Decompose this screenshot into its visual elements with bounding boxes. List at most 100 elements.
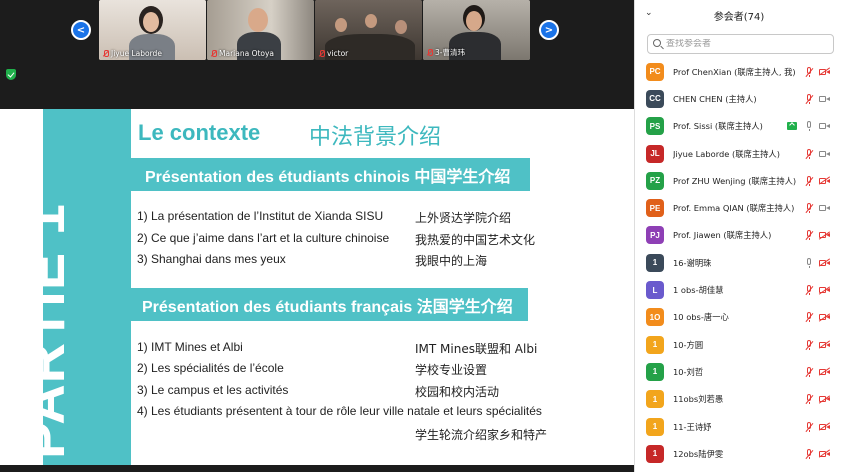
tile-name: victor (327, 49, 349, 58)
participant-name: 11-王诗妤 (673, 421, 712, 432)
slide-side-text: PARTIE 1 (13, 203, 76, 459)
mic-off-icon[interactable] (805, 148, 813, 159)
avatar: JL (646, 144, 664, 163)
camera-off-icon[interactable] (819, 450, 830, 458)
avatar: PJ (646, 226, 664, 245)
camera-off-icon[interactable] (819, 286, 830, 294)
section-item: 3) Shanghai dans mes yeux (137, 252, 286, 266)
mic-icon[interactable] (805, 121, 813, 132)
avatar: 1 (646, 253, 664, 272)
participant-row[interactable]: 1 10-方圆 (635, 331, 842, 358)
mic-off-icon[interactable] (805, 394, 813, 405)
prev-page-button[interactable]: < (71, 20, 91, 40)
participant-row[interactable]: 1O 10 obs-唐一心 (635, 304, 842, 331)
avatar: PZ (646, 171, 664, 190)
avatar: 1O (646, 308, 664, 327)
participant-row[interactable]: 1 12obs陆伊雯 (635, 440, 842, 467)
tile-name: 3-曹清玮 (435, 48, 465, 57)
person-silhouette (248, 8, 268, 32)
slide-title: Le contexte (138, 120, 261, 145)
avatar: CC (646, 89, 664, 108)
participant-row[interactable]: PC Prof ChenXian (联席主持人, 我) (635, 58, 842, 85)
section-heading: Présentation des étudiants français 法国学生… (131, 288, 528, 321)
camera-off-icon[interactable] (819, 231, 830, 239)
camera-off-icon[interactable] (819, 368, 830, 376)
search-input[interactable] (666, 39, 826, 49)
section-item-cn: 校园和校内活动 (415, 385, 500, 399)
participant-row[interactable]: PE Prof. Emma QIAN (联席主持人) (635, 194, 842, 221)
mic-off-icon (102, 50, 109, 57)
mic-off-icon[interactable] (805, 175, 813, 186)
camera-off-icon[interactable] (819, 395, 830, 403)
section-heading: Présentation des étudiants chinois 中国学生介… (131, 158, 530, 191)
participant-row[interactable]: 1 16-谢明珠 (635, 249, 842, 276)
video-tile[interactable]: victor (315, 0, 422, 60)
participant-name: Prof. Sissi (联席主持人) (673, 121, 763, 132)
participant-row[interactable]: JL Jiyue Laborde (联席主持人) (635, 140, 842, 167)
camera-icon[interactable] (819, 122, 830, 130)
participant-name: Jiyue Laborde (联席主持人) (673, 148, 780, 159)
avatar: PC (646, 62, 664, 81)
section-item: 3) Le campus et les activités (137, 383, 289, 397)
avatar: L (646, 281, 664, 300)
mic-off-icon[interactable] (805, 66, 813, 77)
mic-off-icon (318, 50, 325, 57)
mic-off-icon[interactable] (805, 339, 813, 350)
camera-off-icon[interactable] (819, 177, 830, 185)
avatar: 1 (646, 335, 664, 354)
video-tile[interactable]: Mariana Otoya (207, 0, 314, 60)
camera-icon[interactable] (819, 95, 830, 103)
participant-row[interactable]: CC CHEN CHEN (主持人) (635, 85, 842, 112)
participant-name: CHEN CHEN (主持人) (673, 93, 757, 104)
section-item: 2) Ce que j’aime dans l’art et la cultur… (137, 231, 390, 245)
camera-icon[interactable] (819, 204, 830, 212)
mic-off-icon[interactable] (805, 421, 813, 432)
mic-off-icon[interactable] (805, 203, 813, 214)
mic-off-icon (210, 50, 217, 57)
section-item-cn: 我热爱的中国艺术文化 (415, 233, 536, 247)
participant-name: 1 obs-胡佳慧 (673, 285, 724, 296)
participant-name: 12obs陆伊雯 (673, 448, 724, 459)
section-item-cn: 上外贤达学院介绍 (415, 211, 512, 225)
mic-off-icon[interactable] (805, 285, 813, 296)
participant-name: 11obs刘若愚 (673, 394, 724, 405)
video-tile[interactable]: Jiyue Laborde (99, 0, 206, 60)
participant-row[interactable]: PZ Prof ZHU Wenjing (联席主持人) (635, 167, 842, 194)
mic-off-icon[interactable] (805, 93, 813, 104)
chevron-right-icon: > (544, 24, 554, 36)
mic-off-icon[interactable] (805, 312, 813, 323)
participant-row[interactable]: 1 11-王诗妤 (635, 413, 842, 440)
chevron-left-icon: < (76, 24, 86, 36)
avatar: PS (646, 117, 664, 136)
tile-name: Jiyue Laborde (111, 49, 162, 58)
participant-row[interactable]: 1 10-刘哲 (635, 358, 842, 385)
participant-row[interactable]: 1 11obs刘若愚 (635, 386, 842, 413)
next-page-button[interactable]: > (539, 20, 559, 40)
video-strip: < Jiyue Laborde Mariana Otoya victor 3-曹… (0, 0, 634, 90)
camera-off-icon[interactable] (819, 313, 830, 321)
participant-list: PC Prof ChenXian (联席主持人, 我) CC CHEN CHEN (主… (635, 58, 842, 467)
shield-icon[interactable] (6, 69, 16, 80)
participants-panel: ⌄ 参会者(74) PC Prof ChenXian (联席主持人, 我) CC CH… (634, 0, 842, 472)
mic-off-icon[interactable] (805, 448, 813, 459)
mic-off-icon (426, 49, 433, 56)
avatar: 1 (646, 362, 664, 381)
participant-row[interactable]: PS Prof. Sissi (联席主持人) (635, 113, 842, 140)
video-tile[interactable]: 3-曹清玮 (423, 0, 530, 60)
participant-row[interactable]: L 1 obs-胡佳慧 (635, 276, 842, 303)
mic-off-icon[interactable] (805, 230, 813, 241)
participant-row[interactable]: PJ Prof. Jiawen (联席主持人) (635, 222, 842, 249)
camera-off-icon[interactable] (819, 259, 830, 267)
search-box[interactable] (647, 34, 834, 54)
participant-name: 10-方圆 (673, 339, 704, 350)
camera-off-icon[interactable] (819, 341, 830, 349)
slide-title-cn: 中法背景介绍 (309, 125, 442, 150)
mic-icon[interactable] (805, 257, 813, 268)
camera-off-icon[interactable] (819, 68, 830, 76)
mic-off-icon[interactable] (805, 366, 813, 377)
section-item-cn: 学校专业设置 (415, 363, 488, 377)
camera-icon[interactable] (819, 150, 830, 158)
participant-name: Prof ZHU Wenjing (联席主持人) (673, 175, 797, 186)
participant-name: 16-谢明珠 (673, 257, 712, 268)
camera-off-icon[interactable] (819, 423, 830, 431)
